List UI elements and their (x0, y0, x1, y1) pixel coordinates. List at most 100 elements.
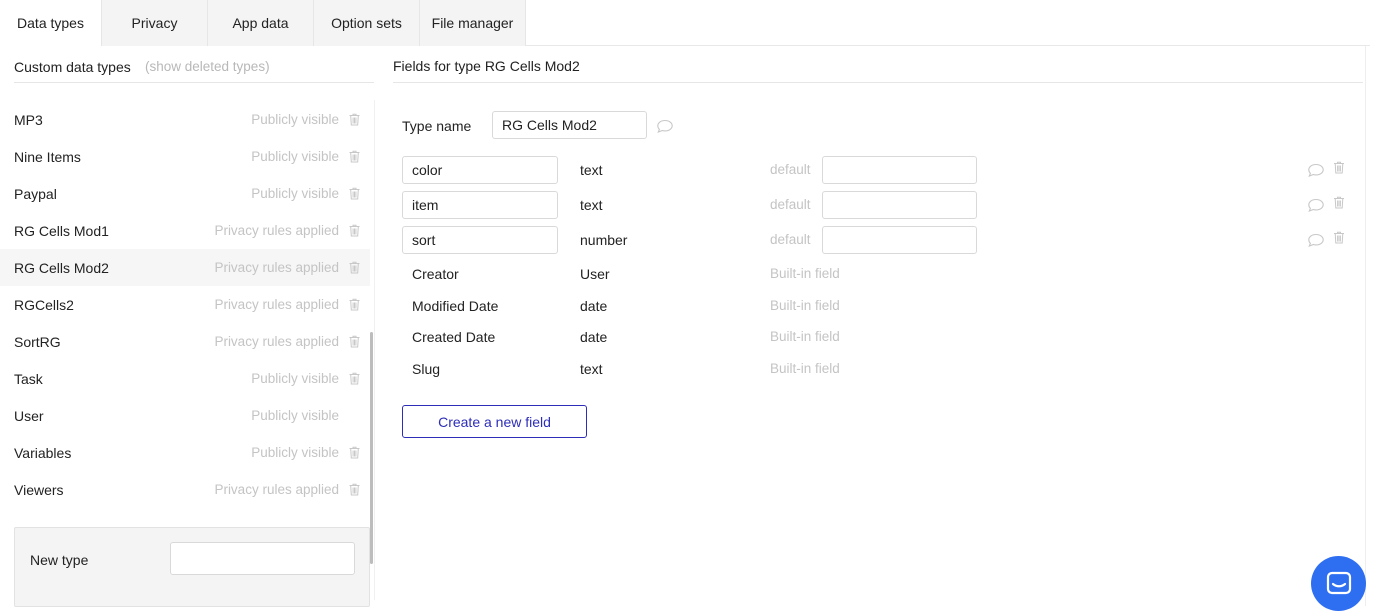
type-name: Task (14, 370, 43, 387)
trash-icon[interactable] (348, 483, 361, 496)
tab-bar: Data types Privacy App data Option sets … (0, 0, 526, 46)
new-type-input[interactable] (170, 542, 355, 575)
field-name-input[interactable] (402, 226, 558, 254)
type-privacy-status: Publicly visible (251, 149, 339, 164)
type-list-item[interactable]: Viewers Privacy rules applied (0, 471, 370, 508)
type-list-item[interactable]: Task Publicly visible (0, 360, 370, 397)
tab-privacy[interactable]: Privacy (102, 0, 208, 46)
type-name-input[interactable] (492, 111, 647, 139)
fields-panel: Fields for type RG Cells Mod2 Type name … (380, 46, 1366, 606)
field-default-input[interactable] (822, 226, 977, 254)
builtin-field-label: Built-in field (770, 266, 840, 281)
type-list-item[interactable]: User Publicly visible (0, 397, 370, 434)
type-name: Variables (14, 444, 72, 461)
field-type: text (580, 162, 603, 178)
type-privacy-status: Publicly visible (251, 186, 339, 201)
field-row: text default (402, 156, 1362, 184)
trash-icon[interactable] (348, 113, 361, 126)
builtin-field-type: User (580, 266, 610, 282)
chat-icon (1326, 571, 1351, 594)
type-name: RG Cells Mod1 (14, 222, 109, 239)
type-list-item[interactable]: Paypal Publicly visible (0, 175, 370, 212)
type-list-item[interactable]: Variables Publicly visible (0, 434, 370, 471)
type-list-item[interactable]: RG Cells Mod2 Privacy rules applied (0, 249, 370, 286)
panel-divider (374, 100, 375, 600)
trash-icon[interactable] (348, 335, 361, 348)
field-default-label: default (770, 197, 811, 212)
builtin-field-name: Creator (412, 266, 459, 282)
type-privacy-status: Publicly visible (251, 371, 339, 386)
trash-icon[interactable] (348, 298, 361, 311)
custom-types-title: Custom data types (14, 59, 131, 75)
trash-icon[interactable] (1333, 231, 1345, 244)
builtin-field-name: Slug (412, 361, 441, 378)
type-list-item[interactable]: RG Cells Mod1 Privacy rules applied (0, 212, 370, 249)
type-name: SortRG (14, 333, 61, 350)
builtin-field-row: Modified Date date Built-in field (402, 298, 1102, 318)
builtin-field-row: Slug text Built-in field (402, 361, 1102, 381)
comment-icon[interactable] (1307, 198, 1325, 212)
builtin-field-label: Built-in field (770, 361, 840, 377)
field-row: number default (402, 226, 1362, 254)
new-type-label: New type (30, 552, 89, 568)
type-list-scrollbar[interactable] (370, 332, 373, 564)
tab-app-data[interactable]: App data (208, 0, 314, 46)
comment-icon[interactable] (1307, 163, 1325, 177)
field-name-input[interactable] (402, 191, 558, 219)
type-list-item[interactable]: RGCells2 Privacy rules applied (0, 286, 370, 323)
field-default-input[interactable] (822, 156, 977, 184)
comment-icon[interactable] (1307, 233, 1325, 247)
trash-icon[interactable] (348, 372, 361, 385)
tab-data-types[interactable]: Data types (0, 0, 102, 46)
field-name-input[interactable] (402, 156, 558, 184)
type-name: RG Cells Mod2 (14, 259, 109, 276)
builtin-field-name: Created Date (412, 329, 496, 346)
type-privacy-status: Publicly visible (251, 408, 339, 423)
type-privacy-status: Privacy rules applied (214, 260, 339, 275)
type-name: RGCells2 (14, 296, 74, 313)
field-type: number (580, 232, 628, 248)
trash-icon[interactable] (348, 261, 361, 274)
type-privacy-status: Privacy rules applied (214, 482, 339, 497)
field-default-input[interactable] (822, 191, 977, 219)
custom-types-header: Custom data types (show deleted types) (14, 58, 374, 83)
type-list-item[interactable]: SortRG Privacy rules applied (0, 323, 370, 360)
tab-file-manager[interactable]: File manager (420, 0, 526, 46)
field-type: text (580, 197, 603, 213)
type-name: MP3 (14, 111, 43, 128)
trash-icon[interactable] (348, 150, 361, 163)
create-new-field-button[interactable]: Create a new field (402, 405, 587, 438)
type-name: User (14, 407, 44, 424)
type-privacy-status: Publicly visible (251, 112, 339, 127)
trash-icon[interactable] (348, 187, 361, 200)
type-name: Viewers (14, 481, 64, 498)
type-privacy-status: Privacy rules applied (214, 334, 339, 349)
builtin-field-name: Modified Date (412, 297, 499, 314)
type-list: MP3 Publicly visible Nine Items Publicly… (0, 101, 370, 508)
fields-header: Fields for type RG Cells Mod2 (393, 58, 1363, 83)
trash-icon[interactable] (348, 224, 361, 237)
builtin-field-type: text (580, 361, 603, 378)
type-privacy-status: Privacy rules applied (214, 223, 339, 238)
builtin-field-label: Built-in field (770, 329, 840, 345)
field-default-label: default (770, 232, 811, 247)
chat-button[interactable] (1311, 556, 1366, 611)
trash-icon[interactable] (1333, 161, 1345, 174)
comment-icon[interactable] (656, 119, 674, 133)
fields-title: Fields for type RG Cells Mod2 (393, 58, 580, 74)
type-privacy-status: Publicly visible (251, 445, 339, 460)
builtin-field-row: Creator User Built-in field (402, 266, 1102, 286)
type-privacy-status: Privacy rules applied (214, 297, 339, 312)
trash-icon[interactable] (1333, 196, 1345, 209)
type-name: Paypal (14, 185, 57, 202)
show-deleted-types-link[interactable]: (show deleted types) (145, 59, 270, 74)
builtin-field-row: Created Date date Built-in field (402, 329, 1102, 349)
builtin-field-label: Built-in field (770, 297, 840, 313)
field-default-label: default (770, 162, 811, 177)
builtin-field-type: date (580, 297, 608, 314)
type-list-item[interactable]: MP3 Publicly visible (0, 101, 370, 138)
tab-option-sets[interactable]: Option sets (314, 0, 420, 46)
type-list-item[interactable]: Nine Items Publicly visible (0, 138, 370, 175)
trash-icon[interactable] (348, 446, 361, 459)
field-row: text default (402, 191, 1362, 219)
